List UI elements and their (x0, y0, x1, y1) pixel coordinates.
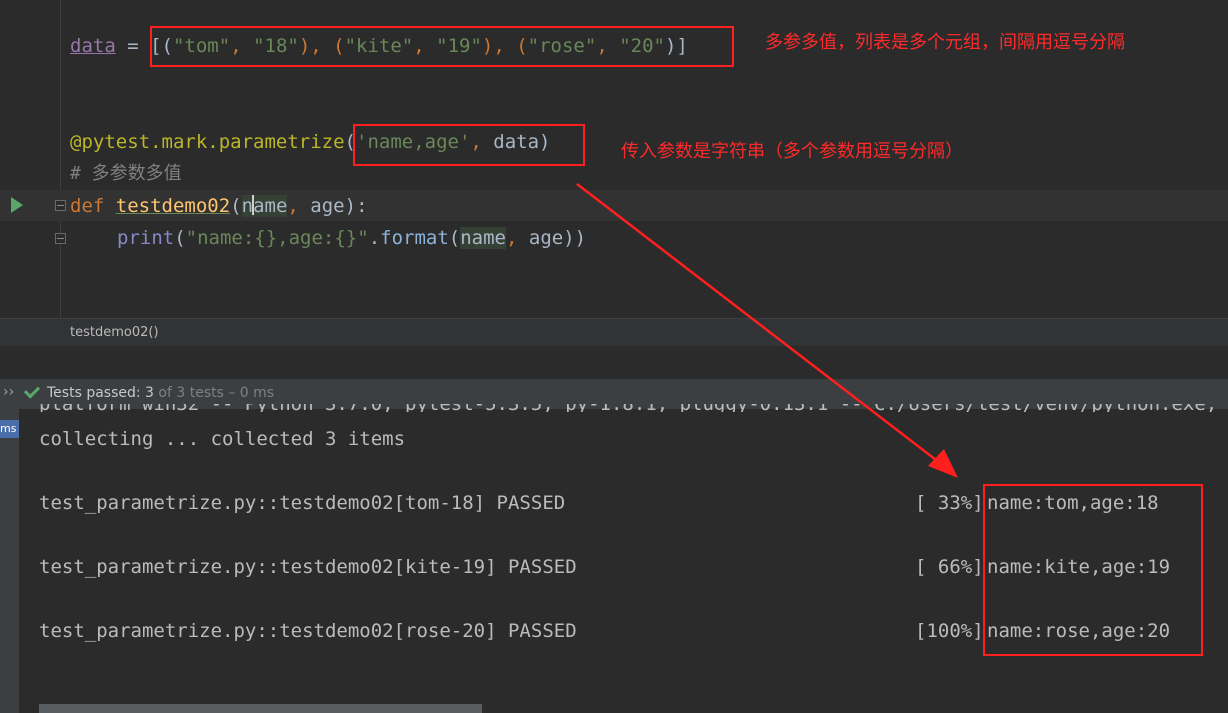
code-line-def: def testdemo02(name, age): (70, 195, 368, 217)
console-clipped-line: platform win32 -- Python 3.7.0, pytest-5… (39, 404, 1228, 412)
console-test-line: test_parametrize.py::testdemo02[rose-20]… (39, 620, 577, 642)
fold-end-icon[interactable] (55, 233, 66, 244)
horizontal-scrollbar[interactable] (39, 704, 482, 713)
side-tab[interactable]: ms (0, 420, 19, 438)
console-test-line: test_parametrize.py::testdemo02[tom-18] … (39, 492, 566, 514)
tests-status: Tests passed: 3 of 3 tests – 0 ms (47, 385, 275, 401)
console-progress: [ 66%] (915, 556, 984, 578)
code-line-comment: # 多参数多值 (70, 163, 182, 184)
gutter-divider (60, 0, 61, 318)
annotation-note-params: 传入参数是字符串（多个参数用逗号分隔） (621, 141, 963, 162)
highlight-box-params (353, 124, 585, 166)
annotation-note-data: 多参多值，列表是多个元组，间隔用逗号分隔 (765, 32, 1125, 53)
console-test-line: test_parametrize.py::testdemo02[kite-19]… (39, 556, 577, 578)
breadcrumb-bar: testdemo02() (0, 318, 1228, 347)
console-progress: [ 33%] (915, 492, 984, 514)
console-progress: [100%] (915, 620, 984, 642)
highlight-box-data (150, 26, 734, 67)
check-icon (23, 382, 41, 399)
highlight-box-output (983, 484, 1203, 656)
code-line-print: print("name:{},age:{}".format(name, age)… (117, 227, 587, 249)
run-test-icon[interactable] (11, 197, 23, 213)
panel-separator (0, 346, 1228, 379)
expand-chevron-icon[interactable]: ›› (3, 384, 14, 400)
console-collecting: collecting ... collected 3 items (39, 428, 406, 450)
test-tree-panel[interactable] (0, 409, 19, 713)
breadcrumb[interactable]: testdemo02() (70, 325, 159, 340)
fold-start-icon[interactable] (55, 200, 66, 211)
